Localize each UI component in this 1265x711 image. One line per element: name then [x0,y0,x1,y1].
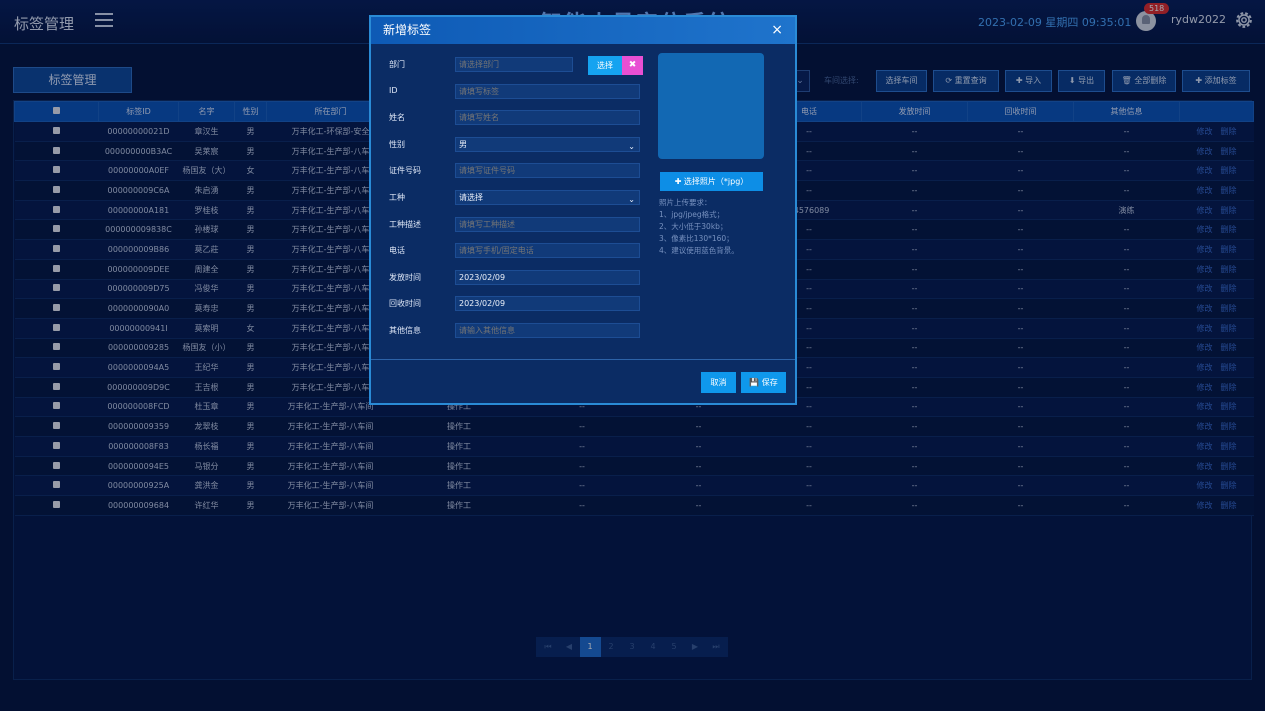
dept-input[interactable] [455,57,573,72]
dialog-body: 部门 选择 ✖ ID 姓名 性别 男 ⌄ 证件号码 [371,44,795,360]
idcard-label: 证件号码 [389,166,421,175]
job-desc-label: 工种描述 [389,220,421,229]
job-label: 工种 [389,193,405,202]
add-tag-dialog: 新增标签 × 部门 选择 ✖ ID 姓名 性别 男 ⌄ [369,15,797,405]
photo-req-line: 3、像素比130*160； [659,234,734,243]
name-input[interactable] [455,110,640,125]
dialog-footer: 取消 💾 保存 [371,360,795,403]
issue-time-row: 发放时间 2023/02/09 [389,270,641,286]
dialog-header: 新增标签 × [371,17,795,44]
photo-req-line: 1、jpg/jpeg格式； [659,210,725,219]
dept-clear-button[interactable]: ✖ [622,56,643,75]
dialog-title: 新增标签 [383,23,432,37]
job-row: 工种 请选择 ⌄ [389,190,641,206]
photo-req-line: 照片上传要求： [659,198,712,207]
other-input[interactable] [455,323,640,338]
issue-time-input[interactable]: 2023/02/09 [455,270,640,285]
chevron-down-icon: ⌄ [628,195,635,204]
phone-row: 电话 [389,243,641,259]
recycle-time-label: 回收时间 [389,299,421,308]
job-value: 请选择 [459,193,483,202]
id-row: ID [389,84,641,100]
gender-select[interactable]: 男 ⌄ [455,137,640,152]
phone-input[interactable] [455,243,640,258]
gender-label: 性别 [389,140,405,149]
job-desc-row: 工种描述 [389,217,641,233]
chevron-down-icon: ⌄ [628,142,635,151]
recycle-time-input[interactable]: 2023/02/09 [455,296,640,311]
issue-time-label: 发放时间 [389,273,421,282]
dept-row: 部门 选择 ✖ [389,56,643,75]
id-input[interactable] [455,84,640,99]
id-label: ID [389,86,398,95]
select-photo-button[interactable]: ✚ 选择照片（*jpg） [660,172,763,191]
name-label: 姓名 [389,113,405,122]
photo-req-line: 4、建议使用蓝色背景。 [659,246,739,255]
photo-requirements: 照片上传要求： 1、jpg/jpeg格式； 2、大小低于30kb； 3、像素比1… [659,197,739,257]
gender-row: 性别 男 ⌄ [389,137,641,153]
other-row: 其他信息 [389,323,641,339]
job-select[interactable]: 请选择 ⌄ [455,190,640,205]
idcard-input[interactable] [455,163,640,178]
other-label: 其他信息 [389,326,421,335]
idcard-row: 证件号码 [389,163,641,179]
dept-label: 部门 [389,60,405,69]
cancel-button[interactable]: 取消 [701,372,736,393]
dept-pick-button[interactable]: 选择 [588,56,622,75]
recycle-time-row: 回收时间 2023/02/09 [389,296,641,312]
photo-preview [658,53,764,159]
gender-value: 男 [459,140,467,149]
phone-label: 电话 [389,246,405,255]
photo-req-line: 2、大小低于30kb； [659,222,728,231]
save-button[interactable]: 💾 保存 [741,372,786,393]
name-row: 姓名 [389,110,641,126]
job-desc-input[interactable] [455,217,640,232]
close-icon[interactable]: × [771,17,783,44]
